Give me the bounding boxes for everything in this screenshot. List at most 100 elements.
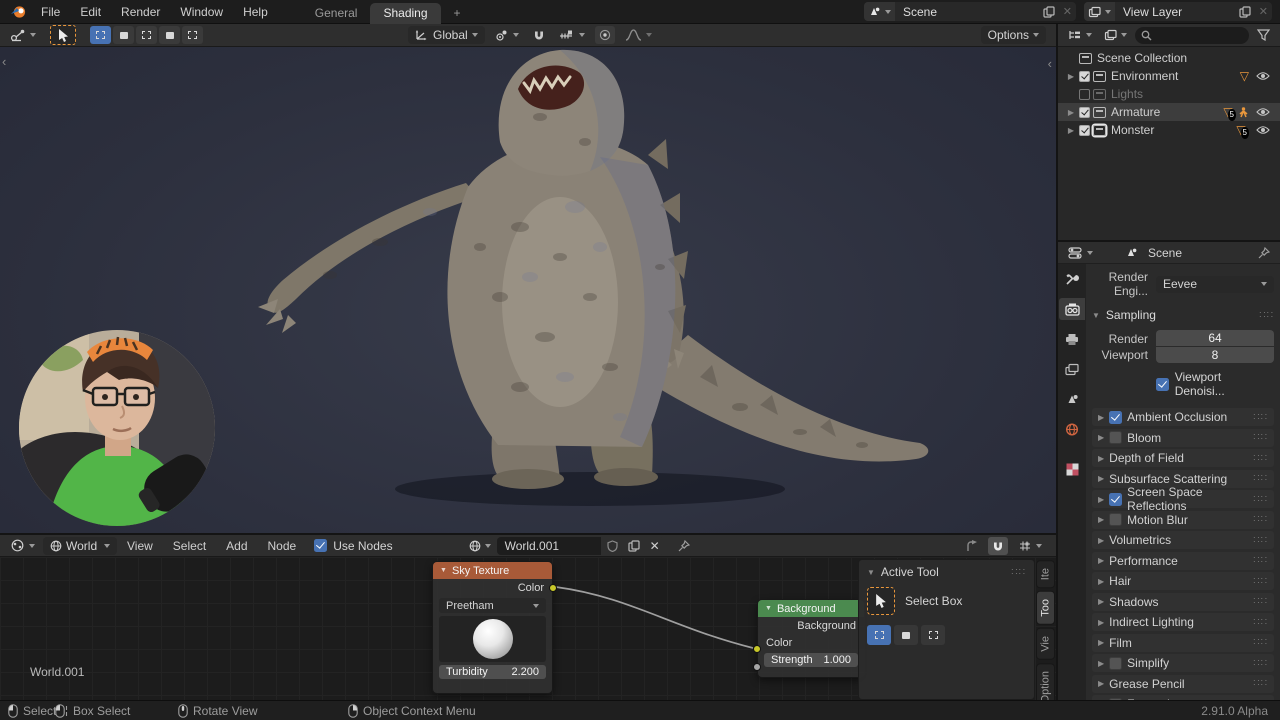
tab-item[interactable]: Ite — [1036, 560, 1055, 589]
snap-target-dropdown[interactable] — [555, 30, 589, 41]
editor-type-button[interactable] — [6, 535, 39, 556]
select-mode-new-button[interactable] — [867, 625, 891, 645]
menu-window[interactable]: Window — [170, 0, 233, 24]
tab-output-icon[interactable] — [1059, 328, 1085, 350]
panel-grip-icon[interactable]: ∷∷ — [1253, 576, 1268, 587]
select-mode-subtract-button[interactable] — [921, 625, 945, 645]
panel-grip-icon[interactable]: ∷∷ — [1253, 535, 1268, 546]
panel-grip-icon[interactable]: ∷∷ — [1253, 555, 1268, 566]
collection-checkbox[interactable] — [1079, 124, 1090, 136]
menu-help[interactable]: Help — [233, 0, 278, 24]
menu-select[interactable]: Select — [163, 535, 216, 557]
background-node-header[interactable]: ▼ Background — [758, 600, 864, 617]
eye-icon[interactable] — [1252, 121, 1274, 139]
eye-icon[interactable] — [1252, 103, 1274, 121]
proportional-falloff-dropdown[interactable] — [621, 29, 656, 41]
viewport-samples-field[interactable]: 8 — [1156, 347, 1274, 363]
menu-view[interactable]: View — [117, 535, 163, 557]
panel-checkbox[interactable] — [1109, 656, 1123, 670]
panel-checkbox[interactable] — [1109, 431, 1123, 444]
outliner-search-input[interactable] — [1135, 26, 1249, 44]
panel-grip-icon[interactable]: ∷∷ — [1253, 453, 1268, 464]
select-mode-intersect-button[interactable] — [182, 26, 203, 44]
proportional-editing-button[interactable] — [594, 26, 615, 44]
render-samples-field[interactable]: 64 — [1156, 330, 1274, 346]
expand-arrow-icon[interactable]: ▶ — [1066, 126, 1076, 135]
select-mode-invert-button[interactable] — [159, 26, 180, 44]
toolbar-collapse-arrow[interactable]: ‹ — [2, 55, 6, 68]
collection-checkbox[interactable] — [1079, 106, 1090, 118]
expand-arrow-icon[interactable]: ▶ — [1066, 108, 1076, 117]
panel-grip-icon[interactable]: ∷∷ — [1253, 637, 1268, 648]
panel-shadows[interactable]: ▶ Shadows ∷∷ — [1092, 592, 1274, 611]
view-layer-browse-button[interactable] — [1084, 2, 1115, 21]
scene-name[interactable]: Scene — [895, 5, 1039, 19]
shader-node-canvas[interactable]: World.001 ▼ Sky Texture Color Preetham T… — [0, 557, 1056, 700]
collection-checkbox[interactable] — [1079, 88, 1090, 100]
pivot-point-dropdown[interactable] — [491, 29, 523, 42]
tab-world-icon[interactable] — [1059, 418, 1085, 440]
pin-icon[interactable] — [674, 539, 694, 552]
tab-render-icon[interactable] — [1059, 298, 1085, 320]
snap-target-dropdown[interactable] — [1014, 540, 1046, 552]
panel-grip-icon[interactable]: ∷∷ — [1253, 514, 1268, 525]
copy-world-button[interactable] — [623, 536, 644, 555]
outliner-row-scene-collection[interactable]: Scene Collection — [1058, 49, 1280, 67]
view-layer-name[interactable]: View Layer — [1115, 5, 1235, 19]
active-tool-select-button[interactable] — [50, 25, 76, 45]
color-output-socket[interactable] — [549, 584, 557, 592]
collapse-arrow-icon[interactable]: ▼ — [867, 568, 875, 577]
sky-texture-node[interactable]: ▼ Sky Texture Color Preetham Turbidity 2… — [432, 561, 557, 694]
use-nodes-checkbox[interactable] — [314, 539, 328, 552]
area-divider[interactable] — [1058, 240, 1280, 242]
panel-checkbox[interactable] — [1109, 513, 1123, 526]
eye-icon[interactable] — [1252, 67, 1274, 85]
sky-texture-node-header[interactable]: ▼ Sky Texture — [433, 562, 552, 579]
strength-input-socket[interactable] — [753, 663, 761, 671]
filter-icon[interactable] — [1253, 24, 1274, 46]
options-dropdown[interactable]: Options — [980, 26, 1046, 44]
unlink-world-button[interactable]: ✕ — [645, 536, 664, 555]
3d-viewport[interactable]: ‹ ‹ — [0, 47, 1056, 533]
color-input-socket[interactable] — [753, 645, 761, 653]
sky-type-dropdown[interactable]: Preetham — [439, 598, 546, 613]
panel-grip-icon[interactable]: ∷∷ — [1253, 412, 1268, 423]
properties-editor-type-button[interactable] — [1064, 242, 1097, 263]
world-id-name-field[interactable]: World.001 — [496, 536, 601, 555]
menu-node[interactable]: Node — [258, 535, 307, 557]
panel-bloom[interactable]: ▶ Bloom ∷∷ — [1092, 428, 1274, 447]
panel-screen-space-reflections[interactable]: ▶ Screen Space Reflections ∷∷ — [1092, 485, 1274, 513]
menu-edit[interactable]: Edit — [70, 0, 111, 24]
panel-checkbox[interactable] — [1109, 410, 1123, 424]
menu-file[interactable]: File — [31, 0, 70, 24]
area-divider[interactable] — [1056, 24, 1058, 700]
panel-grip-icon[interactable]: ∷∷ — [1253, 617, 1268, 628]
snap-toggle-button[interactable] — [988, 536, 1008, 555]
panel-ambient-occlusion[interactable]: ▶ Ambient Occlusion ∷∷ — [1092, 408, 1274, 426]
area-divider[interactable] — [0, 533, 1056, 535]
outliner-row-monster[interactable]: ▶ Monster ▽5 — [1058, 121, 1280, 139]
panel-film[interactable]: ▶ Film ∷∷ — [1092, 633, 1274, 652]
go-to-parent-node-tree-icon[interactable] — [961, 539, 982, 552]
tab-scene-icon[interactable] — [1059, 388, 1085, 410]
browse-world-dropdown[interactable] — [465, 540, 495, 552]
panel-grip-icon[interactable]: ∷∷ — [1011, 567, 1026, 578]
panel-simplify[interactable]: ▶ Simplify ∷∷ — [1092, 654, 1274, 672]
scene-browse-button[interactable] — [864, 2, 895, 21]
snap-toggle-button[interactable] — [529, 29, 549, 41]
panel-grip-icon[interactable]: ∷∷ — [1253, 596, 1268, 607]
panel-grip-icon[interactable]: ∷∷ — [1253, 658, 1268, 669]
collection-checkbox[interactable] — [1079, 70, 1090, 82]
tab-add-workspace[interactable]: + — [441, 3, 474, 24]
sidebar-collapse-arrow[interactable]: ‹ — [1048, 57, 1052, 70]
turbidity-slider[interactable]: Turbidity 2.200 — [439, 665, 546, 679]
blender-logo-icon[interactable] — [6, 0, 31, 23]
strength-slider[interactable]: Strength 1.000 — [764, 653, 858, 667]
remove-view-layer-button[interactable]: ✕ — [1255, 2, 1272, 21]
background-node[interactable]: ▼ Background Background Color Strength 1… — [753, 599, 865, 678]
render-engine-dropdown[interactable]: Eevee — [1156, 275, 1274, 293]
outliner-display-mode-dropdown[interactable] — [1064, 24, 1096, 46]
transform-orientation-dropdown[interactable]: Global — [408, 26, 485, 44]
panel-performance[interactable]: ▶ Performance ∷∷ — [1092, 551, 1274, 570]
outliner-row-armature[interactable]: ▶ Armature ▽5 — [1058, 103, 1280, 121]
